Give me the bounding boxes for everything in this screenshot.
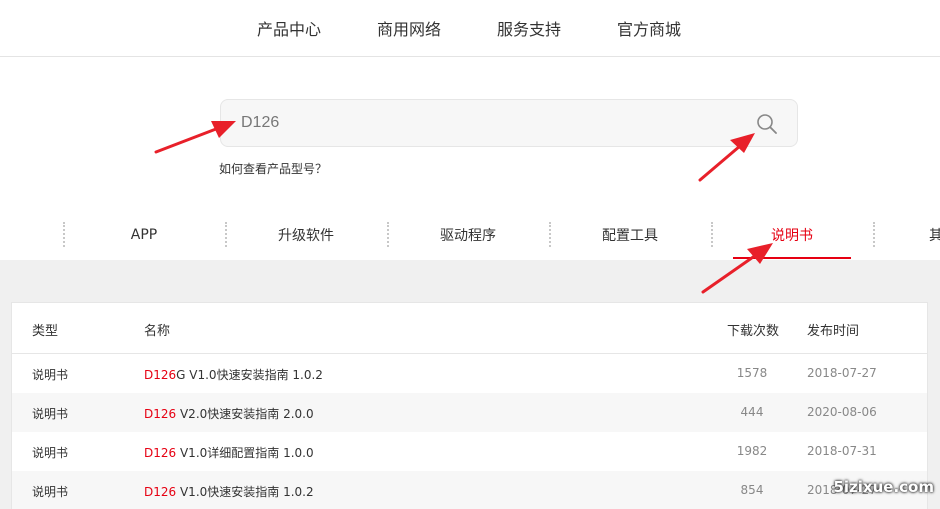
model-help-link[interactable]: 如何查看产品型号？ [219, 160, 327, 177]
header-date: 发布时间 [807, 324, 860, 339]
table-row: 说明书 D126 V1.0详细配置指南 1.0.0 1982 2018-07-3… [12, 432, 927, 471]
table-row: 说明书 D126 V2.0快速安装指南 2.0.0 444 2020-08-06 [12, 393, 927, 432]
watermark: 5izixue.com [833, 478, 934, 496]
search-icon[interactable] [755, 112, 779, 136]
row-date: 2020-08-06 [807, 405, 877, 419]
row-type: 说明书 [32, 446, 69, 460]
nav-item-business-network[interactable]: 商用网络 [377, 16, 441, 40]
row-downloads: 1578 [736, 366, 768, 380]
tab-label: 驱动程序 [440, 228, 496, 244]
row-name-link[interactable]: D126 V1.0快速安装指南 1.0.2 [144, 483, 314, 500]
table-row: 说明书 D126G V1.0快速安装指南 1.0.2 1578 2018-07-… [12, 354, 927, 393]
header-name: 名称 [144, 324, 171, 339]
row-type: 说明书 [32, 485, 69, 499]
table-header: 类型 名称 下载次数 发布时间 [12, 303, 927, 354]
row-downloads: 854 [740, 483, 764, 497]
row-name-link[interactable]: D126G V1.0快速安装指南 1.0.2 [144, 366, 323, 383]
row-name: G V1.0快速安装指南 1.0.2 [176, 368, 323, 382]
row-date: 2018-07-31 [807, 444, 877, 458]
search-input[interactable] [221, 100, 741, 146]
top-nav: 产品中心 商用网络 服务支持 官方商城 [0, 0, 940, 57]
category-tabs: APP 升级软件 驱动程序 配置工具 说明书 其 [0, 210, 940, 260]
tab-manuals[interactable]: 说明书 [711, 210, 873, 260]
row-name: V1.0详细配置指南 1.0.0 [176, 446, 314, 460]
nav-item-products[interactable]: 产品中心 [257, 16, 321, 40]
tab-upgrade-software[interactable]: 升级软件 [225, 210, 387, 260]
tab-label: 升级软件 [278, 228, 334, 244]
tab-app[interactable]: APP [63, 210, 225, 260]
row-type: 说明书 [32, 368, 69, 382]
tab-drivers[interactable]: 驱动程序 [387, 210, 549, 260]
tab-label: 配置工具 [602, 228, 658, 244]
tab-label: APP [130, 227, 158, 243]
download-table: 类型 名称 下载次数 发布时间 说明书 D126G V1.0快速安装指南 1.0… [11, 302, 928, 509]
tab-label: 说明书 [771, 228, 813, 244]
row-model: D126 [144, 485, 177, 499]
row-model: D126 [144, 407, 177, 421]
search-box [220, 99, 798, 147]
row-downloads: 444 [740, 405, 764, 419]
nav-item-service-support[interactable]: 服务支持 [497, 16, 561, 40]
table-row: 说明书 D126 V1.0快速安装指南 1.0.2 854 2018-07-27 [12, 471, 927, 509]
tab-label: 其 [929, 228, 940, 244]
row-model: D126 [144, 368, 177, 382]
nav-item-official-store[interactable]: 官方商城 [617, 16, 681, 40]
row-type: 说明书 [32, 407, 69, 421]
row-name: V2.0快速安装指南 2.0.0 [176, 407, 314, 421]
row-name-link[interactable]: D126 V1.0详细配置指南 1.0.0 [144, 444, 314, 461]
row-downloads: 1982 [736, 444, 768, 458]
row-name: V1.0快速安装指南 1.0.2 [176, 485, 314, 499]
tab-config-tools[interactable]: 配置工具 [549, 210, 711, 260]
header-type: 类型 [32, 324, 59, 339]
tab-other[interactable]: 其 [873, 210, 940, 260]
row-name-link[interactable]: D126 V2.0快速安装指南 2.0.0 [144, 405, 314, 422]
row-date: 2018-07-27 [807, 366, 877, 380]
row-model: D126 [144, 446, 177, 460]
header-downloads: 下载次数 [727, 324, 780, 339]
